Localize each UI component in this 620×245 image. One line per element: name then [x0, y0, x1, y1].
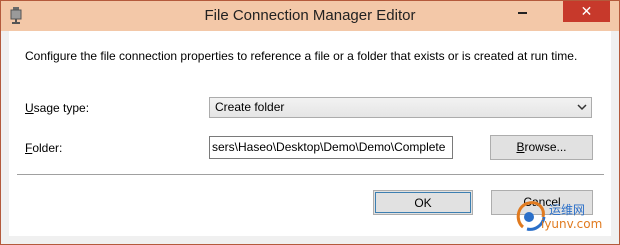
ok-button[interactable]: OK — [373, 190, 473, 215]
dialog-description: Configure the file connection properties… — [25, 49, 578, 63]
browse-button-label: rowse... — [524, 140, 567, 154]
watermark-text: 运维网 — [549, 203, 586, 217]
close-icon: ✕ — [580, 3, 593, 19]
folder-path-value: sers\Haseo\Desktop\Demo\Demo\Complete — [212, 140, 446, 154]
watermark-domain: iyunv.com — [541, 217, 603, 231]
minimize-button[interactable] — [509, 1, 536, 21]
ok-focus-rect: OK — [375, 192, 471, 213]
folder-path-input[interactable]: sers\Haseo\Desktop\Demo\Demo\Complete — [209, 136, 453, 159]
usage-type-label-text: sage type: — [33, 101, 90, 115]
title-bar[interactable]: File Connection Manager Editor ✕ — [1, 1, 619, 31]
usage-type-accelerator: U — [25, 101, 34, 115]
close-button[interactable]: ✕ — [563, 1, 610, 22]
usage-type-value: Create folder — [215, 100, 285, 114]
file-connection-manager-editor-window: File Connection Manager Editor ✕ Configu… — [0, 0, 620, 245]
browse-accelerator: B — [516, 140, 525, 154]
separator-line — [17, 174, 604, 175]
site-watermark: 运维网 iyunv.com — [513, 195, 609, 237]
usage-type-dropdown[interactable]: Create folder — [209, 97, 592, 118]
chevron-down-icon — [577, 104, 587, 111]
browse-button[interactable]: Browse... — [490, 135, 593, 160]
folder-label: Folder: — [25, 141, 62, 155]
folder-label-text: older: — [32, 141, 63, 155]
usage-type-label: Usage type: — [25, 101, 89, 115]
ok-button-label: OK — [414, 196, 432, 210]
